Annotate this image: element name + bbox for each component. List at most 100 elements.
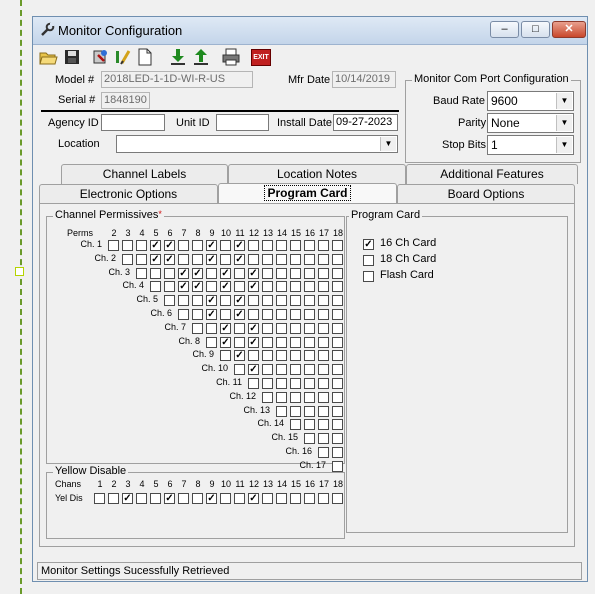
permissive-checkbox[interactable] bbox=[262, 309, 273, 320]
permissive-checkbox[interactable] bbox=[164, 267, 175, 279]
permissive-checkbox[interactable]: ✓ bbox=[206, 240, 217, 251]
permissive-checkbox[interactable] bbox=[318, 433, 329, 445]
exit-icon[interactable]: EXIT bbox=[251, 49, 271, 66]
new-document-icon[interactable] bbox=[135, 47, 155, 67]
yellow-disable-checkbox[interactable]: ✓ bbox=[122, 493, 133, 504]
permissive-checkbox[interactable] bbox=[318, 391, 329, 403]
permissive-checkbox[interactable] bbox=[178, 240, 189, 251]
permissive-checkbox[interactable]: ✓ bbox=[178, 267, 189, 279]
tab-program-card[interactable]: Program Card bbox=[218, 183, 397, 204]
permissive-checkbox[interactable] bbox=[332, 309, 343, 320]
permissive-checkbox[interactable] bbox=[192, 322, 203, 334]
permissive-checkbox[interactable] bbox=[290, 364, 301, 376]
permissive-checkbox[interactable] bbox=[332, 253, 343, 265]
permissive-checkbox[interactable] bbox=[262, 378, 273, 389]
yellow-disable-checkbox[interactable] bbox=[178, 493, 189, 504]
title-bar[interactable]: Monitor Configuration – □ ✕ bbox=[33, 17, 587, 45]
permissive-checkbox[interactable] bbox=[220, 350, 231, 362]
permissive-checkbox[interactable] bbox=[122, 240, 133, 251]
permissive-checkbox[interactable] bbox=[332, 267, 343, 279]
permissive-checkbox[interactable] bbox=[290, 281, 301, 293]
permissive-checkbox[interactable] bbox=[290, 322, 301, 334]
permissive-checkbox[interactable] bbox=[276, 391, 287, 403]
yellow-disable-checkbox[interactable] bbox=[290, 493, 301, 504]
permissive-checkbox[interactable] bbox=[262, 267, 273, 279]
permissive-checkbox[interactable] bbox=[150, 281, 161, 293]
print-icon[interactable] bbox=[221, 47, 241, 67]
serial-field[interactable]: 1848190 bbox=[101, 92, 150, 109]
permissive-checkbox[interactable]: ✓ bbox=[220, 336, 231, 348]
yellow-disable-checkbox[interactable] bbox=[262, 493, 273, 504]
permissive-checkbox[interactable] bbox=[122, 253, 133, 265]
permissive-checkbox[interactable]: ✓ bbox=[234, 253, 245, 265]
permissive-checkbox[interactable] bbox=[332, 447, 343, 458]
permissive-checkbox[interactable]: ✓ bbox=[192, 281, 203, 293]
permissive-checkbox[interactable] bbox=[290, 253, 301, 265]
edit-icon[interactable] bbox=[113, 47, 133, 67]
yellow-disable-checkbox[interactable] bbox=[94, 493, 105, 504]
tab-electronic-options[interactable]: Electronic Options bbox=[39, 184, 218, 204]
permissive-checkbox[interactable]: ✓ bbox=[178, 281, 189, 293]
yellow-disable-checkbox[interactable] bbox=[332, 493, 343, 504]
yellow-disable-checkbox[interactable] bbox=[234, 493, 245, 504]
install-date-field[interactable]: 09-27-2023 bbox=[333, 114, 398, 131]
permissive-checkbox[interactable] bbox=[318, 295, 329, 307]
permissive-checkbox[interactable] bbox=[332, 364, 343, 376]
permissive-checkbox[interactable] bbox=[332, 240, 343, 251]
chevron-down-icon[interactable]: ▼ bbox=[556, 93, 572, 109]
permissive-checkbox[interactable] bbox=[318, 267, 329, 279]
yellow-disable-checkbox[interactable] bbox=[276, 493, 287, 504]
parity-dropdown[interactable]: None ▼ bbox=[487, 113, 574, 133]
minimize-button[interactable]: – bbox=[490, 21, 519, 38]
permissive-checkbox[interactable] bbox=[332, 350, 343, 362]
program-card-checkbox[interactable] bbox=[363, 255, 374, 266]
permissive-checkbox[interactable] bbox=[276, 309, 287, 320]
permissive-checkbox[interactable] bbox=[276, 336, 287, 348]
permissive-checkbox[interactable] bbox=[234, 336, 245, 348]
permissive-checkbox[interactable] bbox=[290, 336, 301, 348]
permissive-checkbox[interactable] bbox=[164, 281, 175, 293]
permissive-checkbox[interactable]: ✓ bbox=[248, 267, 259, 279]
tab-board-options[interactable]: Board Options bbox=[397, 184, 575, 204]
permissive-checkbox[interactable] bbox=[318, 447, 329, 458]
permissive-checkbox[interactable] bbox=[262, 336, 273, 348]
permissive-checkbox[interactable]: ✓ bbox=[248, 336, 259, 348]
permissive-checkbox[interactable] bbox=[290, 391, 301, 403]
yellow-disable-checkbox[interactable] bbox=[220, 493, 231, 504]
permissive-checkbox[interactable]: ✓ bbox=[220, 322, 231, 334]
permissive-checkbox[interactable]: ✓ bbox=[234, 295, 245, 307]
yellow-disable-checkbox[interactable] bbox=[304, 493, 315, 504]
tab-channel-labels[interactable]: Channel Labels bbox=[61, 164, 228, 184]
permissive-checkbox[interactable] bbox=[206, 281, 217, 293]
permissive-checkbox[interactable] bbox=[318, 253, 329, 265]
permissive-checkbox[interactable]: ✓ bbox=[234, 350, 245, 362]
permissive-checkbox[interactable] bbox=[262, 281, 273, 293]
mfr-date-field[interactable]: 10/14/2019 bbox=[332, 71, 396, 88]
permissive-checkbox[interactable] bbox=[234, 267, 245, 279]
stop-bits-dropdown[interactable]: 1 ▼ bbox=[487, 135, 574, 155]
permissive-checkbox[interactable] bbox=[178, 253, 189, 265]
upload-icon[interactable] bbox=[191, 47, 211, 67]
permissive-checkbox[interactable] bbox=[304, 253, 315, 265]
permissive-checkbox[interactable] bbox=[262, 391, 273, 403]
permissive-checkbox[interactable] bbox=[192, 309, 203, 320]
permissive-checkbox[interactable] bbox=[248, 295, 259, 307]
permissive-checkbox[interactable] bbox=[304, 350, 315, 362]
permissive-checkbox[interactable] bbox=[290, 350, 301, 362]
permissive-checkbox[interactable] bbox=[276, 295, 287, 307]
permissive-checkbox[interactable] bbox=[220, 240, 231, 251]
yellow-disable-checkbox[interactable]: ✓ bbox=[164, 493, 175, 504]
permissive-checkbox[interactable] bbox=[262, 322, 273, 334]
permissive-checkbox[interactable] bbox=[164, 295, 175, 307]
permissive-checkbox[interactable]: ✓ bbox=[150, 253, 161, 265]
permissive-checkbox[interactable] bbox=[332, 391, 343, 403]
permissive-checkbox[interactable] bbox=[290, 309, 301, 320]
download-icon[interactable] bbox=[168, 47, 188, 67]
permissive-checkbox[interactable] bbox=[318, 281, 329, 293]
permissive-checkbox[interactable] bbox=[276, 267, 287, 279]
permissive-checkbox[interactable] bbox=[318, 364, 329, 376]
permissive-checkbox[interactable]: ✓ bbox=[234, 240, 245, 251]
permissive-checkbox[interactable] bbox=[136, 240, 147, 251]
permissive-checkbox[interactable]: ✓ bbox=[248, 281, 259, 293]
permissive-checkbox[interactable] bbox=[136, 253, 147, 265]
